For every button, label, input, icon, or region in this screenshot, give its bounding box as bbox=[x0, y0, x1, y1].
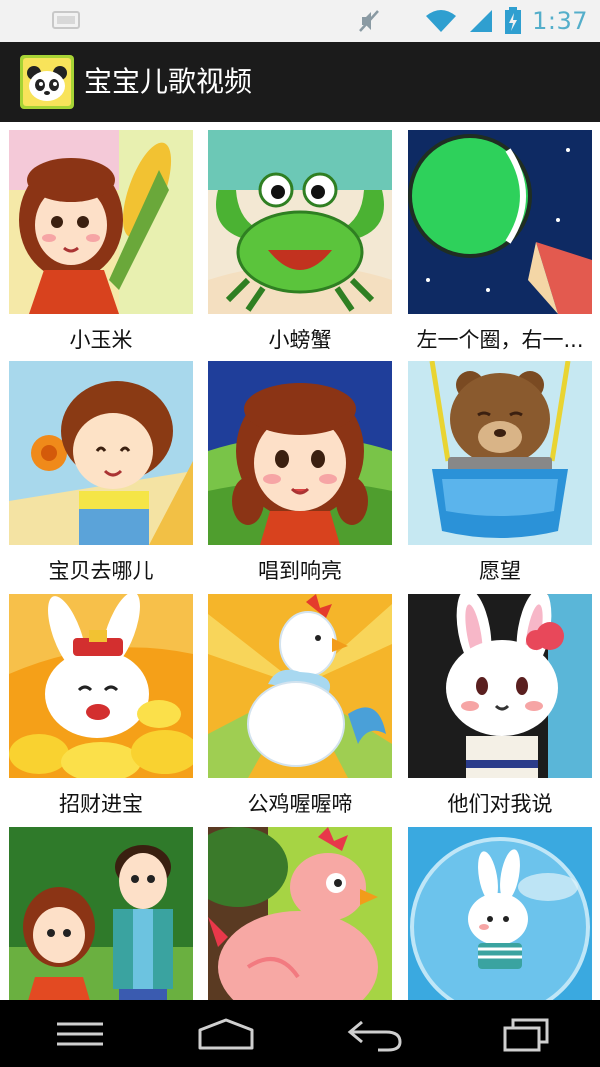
video-item[interactable] bbox=[9, 827, 193, 1000]
video-item[interactable]: 小螃蟹 bbox=[208, 130, 392, 352]
navigation-bar bbox=[0, 1000, 600, 1067]
back-icon bbox=[347, 1020, 402, 1051]
battery-charging-icon bbox=[505, 7, 522, 34]
status-icons: 1:37 bbox=[356, 6, 588, 36]
video-item[interactable]: 左一个圈，右一... bbox=[408, 130, 592, 352]
status-bar: 1:37 bbox=[0, 0, 600, 42]
status-time: 1:37 bbox=[532, 7, 588, 35]
girl-with-pigtails-thumbnail bbox=[208, 361, 392, 545]
rabbit-with-gold-thumbnail bbox=[9, 594, 193, 778]
bear-in-balloon-thumbnail bbox=[408, 361, 592, 545]
screenshot-icon bbox=[52, 11, 80, 29]
rabbit-with-bow-thumbnail bbox=[408, 594, 592, 778]
rabbit-in-bubble-thumbnail bbox=[408, 827, 592, 1000]
video-title: 愿望 bbox=[479, 559, 521, 583]
recents-button[interactable] bbox=[466, 1000, 586, 1067]
green-crab-thumbnail bbox=[208, 130, 392, 314]
two-children-thumbnail bbox=[9, 827, 193, 1000]
menu-icon bbox=[57, 1022, 103, 1045]
video-item[interactable]: 他们对我说 bbox=[408, 594, 592, 816]
app-title: 宝宝儿歌视频 bbox=[84, 65, 253, 98]
video-item[interactable]: 愿望 bbox=[408, 361, 592, 583]
video-item[interactable] bbox=[208, 827, 392, 1000]
home-button[interactable] bbox=[166, 1000, 286, 1067]
video-item[interactable]: 宝贝去哪儿 bbox=[9, 361, 193, 583]
action-bar: 宝宝儿歌视频 bbox=[0, 42, 600, 122]
video-title: 公鸡喔喔啼 bbox=[247, 792, 353, 816]
video-title: 小螃蟹 bbox=[268, 328, 332, 352]
signal-icon bbox=[470, 10, 493, 32]
video-item[interactable] bbox=[408, 827, 592, 1000]
girl-with-corn-thumbnail bbox=[9, 130, 193, 314]
video-item[interactable]: 招财进宝 bbox=[9, 594, 193, 816]
mute-icon bbox=[359, 10, 380, 32]
wifi-icon bbox=[426, 10, 457, 32]
video-item[interactable]: 唱到响亮 bbox=[208, 361, 392, 583]
recents-icon bbox=[503, 1018, 549, 1051]
video-title: 招财进宝 bbox=[59, 792, 143, 816]
video-title: 他们对我说 bbox=[447, 792, 553, 816]
video-grid: 小玉米 小螃蟹 左一个圈，右一... 宝贝去哪儿 唱到响亮 愿望 招财进宝 公鸡… bbox=[0, 122, 600, 1000]
panda-app-icon[interactable] bbox=[20, 55, 74, 109]
pink-hen-thumbnail bbox=[208, 827, 392, 1000]
home-icon bbox=[198, 1018, 254, 1049]
video-title: 唱到响亮 bbox=[258, 559, 342, 583]
video-title: 宝贝去哪儿 bbox=[48, 559, 154, 583]
back-button[interactable] bbox=[314, 1000, 434, 1067]
boy-with-flower-thumbnail bbox=[9, 361, 193, 545]
video-title: 小玉米 bbox=[69, 328, 133, 352]
video-item[interactable]: 公鸡喔喔啼 bbox=[208, 594, 392, 816]
menu-button[interactable] bbox=[20, 1000, 140, 1067]
green-ball-and-pencil-thumbnail bbox=[408, 130, 592, 314]
white-rooster-thumbnail bbox=[208, 594, 392, 778]
video-title: 左一个圈，右一... bbox=[416, 328, 584, 352]
video-item[interactable]: 小玉米 bbox=[9, 130, 193, 352]
